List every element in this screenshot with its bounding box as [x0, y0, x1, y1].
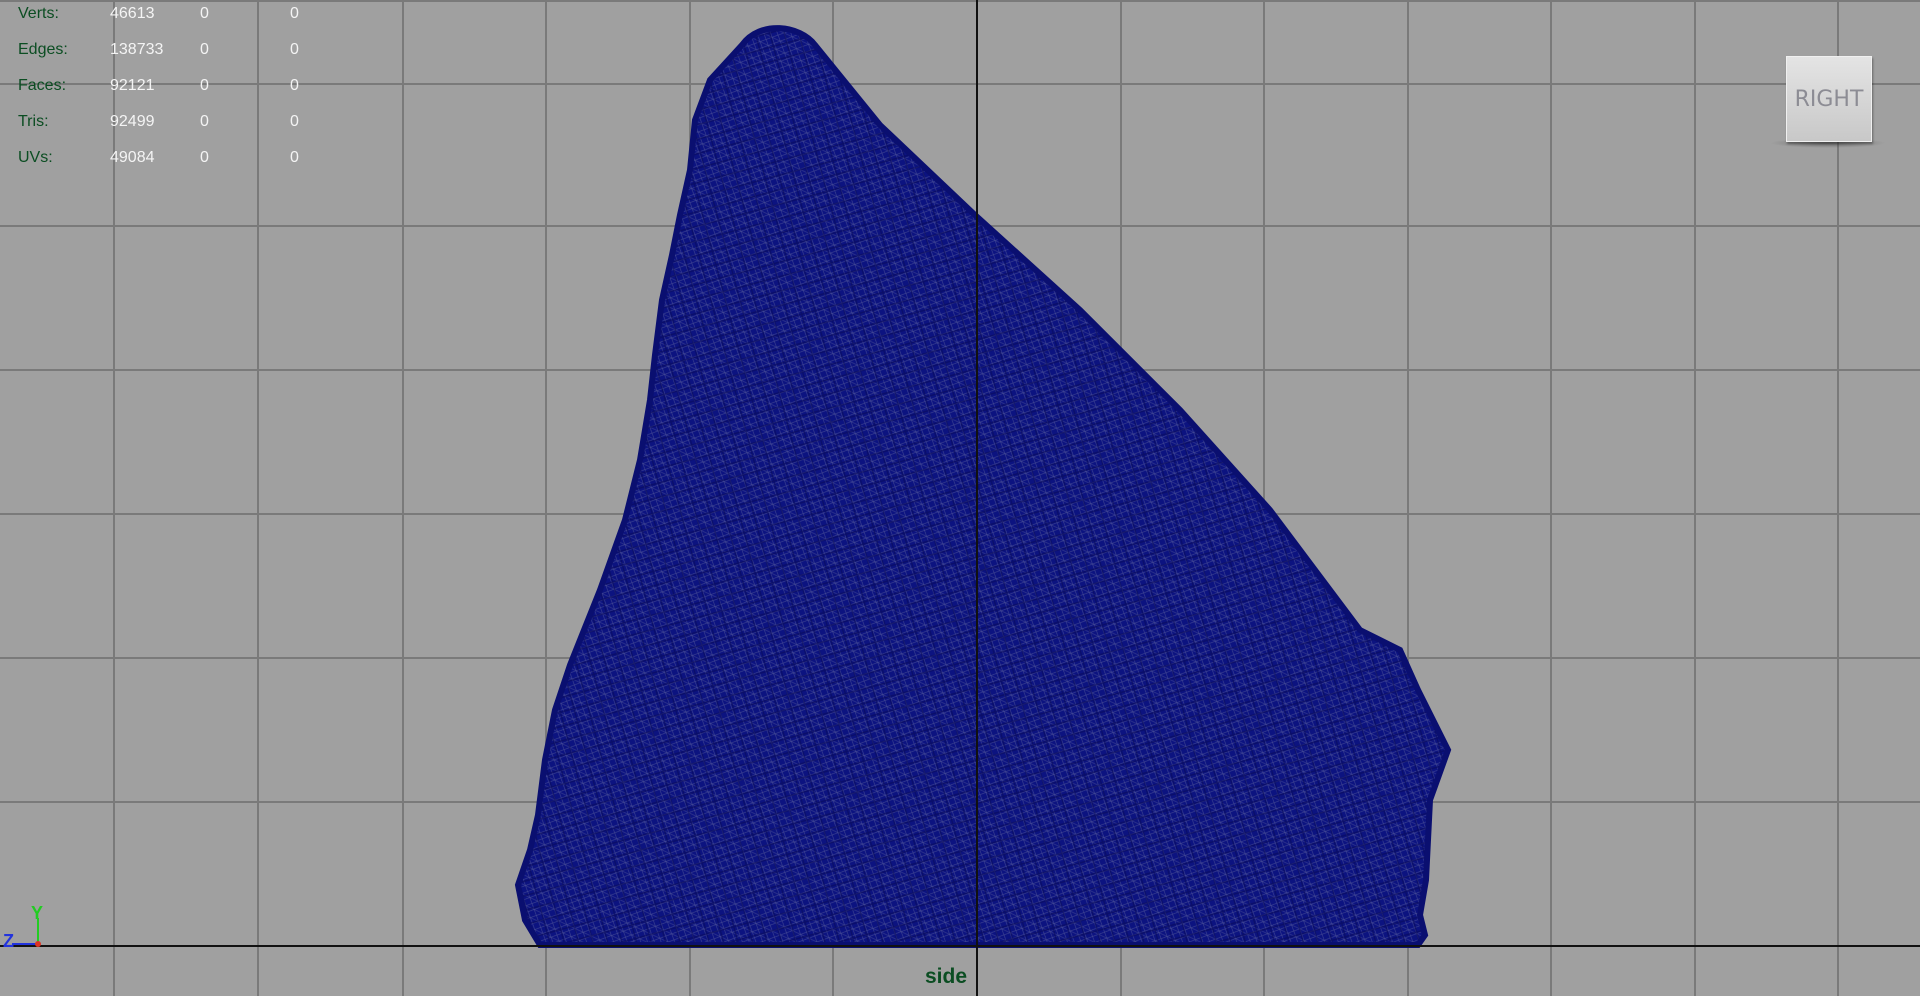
- hud-row: Faces: 92121 0 0: [0, 72, 320, 108]
- hud-row-label: Verts:: [18, 5, 59, 22]
- hud-row: Edges: 138733 0 0: [0, 36, 320, 72]
- hud-row-value: 49084: [110, 149, 155, 166]
- hud-row-label: Tris:: [18, 113, 49, 130]
- hud-row-value: 0: [200, 5, 209, 22]
- axis-y-label: Y: [31, 903, 44, 923]
- hud-row-value: 0: [290, 149, 299, 166]
- hud-row-value: 92121: [110, 77, 155, 94]
- rock-mesh[interactable]: [514, 25, 1452, 948]
- hud-row: UVs: 49084 0 0: [0, 144, 320, 180]
- hud-row-label: Edges:: [18, 41, 68, 58]
- viewport-side[interactable]: Verts: 46613 0 0 Edges: 138733 0 0 Faces: 92121 0 0…: [0, 0, 1920, 996]
- hud-row-value: 46613: [110, 5, 155, 22]
- camera-name-label: side: [925, 965, 968, 988]
- hud-row-value: 0: [200, 149, 209, 166]
- hud-row-value: 138733: [110, 41, 164, 58]
- axis-z-label: Z: [3, 931, 14, 951]
- hud-row-value: 92499: [110, 113, 155, 130]
- view-cube-right[interactable]: RIGHT: [1786, 56, 1872, 142]
- hud-row-label: UVs:: [18, 149, 53, 166]
- hud-row-value: 0: [200, 77, 209, 94]
- hud-row: Tris: 92499 0 0: [0, 108, 320, 144]
- hud-row-value: 0: [200, 41, 209, 58]
- axis-gizmo: Y Z: [0, 900, 60, 960]
- hud-row-label: Faces:: [18, 77, 67, 94]
- hud-row: Verts: 46613 0 0: [0, 0, 320, 36]
- hud-row-value: 0: [290, 113, 299, 130]
- hud-row-value: 0: [290, 41, 299, 58]
- hud-row-value: 0: [290, 77, 299, 94]
- hud-row-value: 0: [290, 5, 299, 22]
- hud-row-value: 0: [200, 113, 209, 130]
